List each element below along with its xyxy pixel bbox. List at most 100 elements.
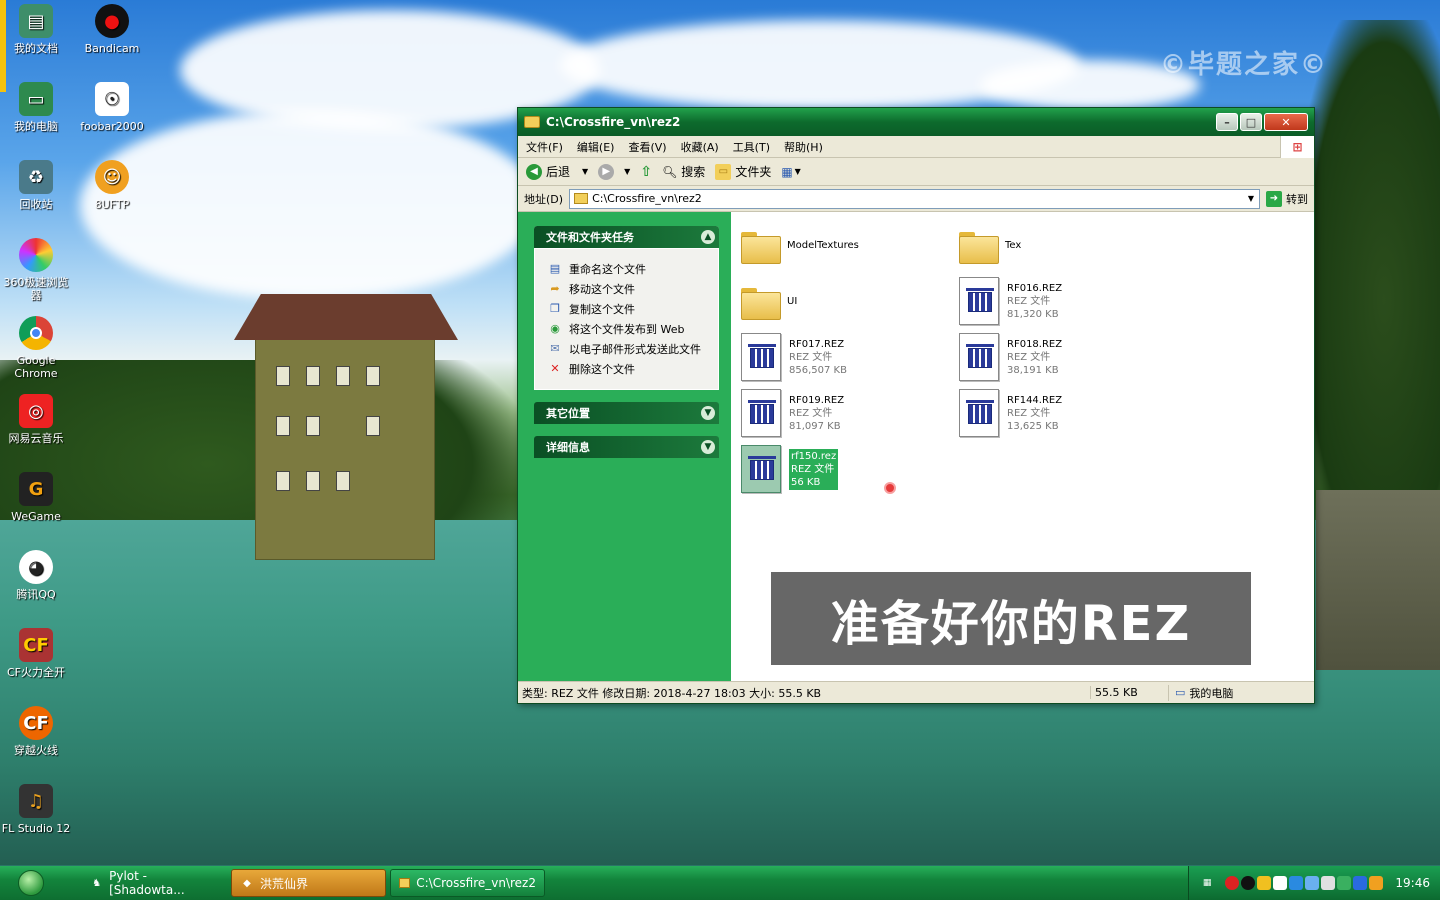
desktop-icon-recycle-bin[interactable]: ♻ 回收站 bbox=[0, 160, 72, 211]
search-button[interactable]: 🔍︎ 搜索 bbox=[662, 163, 705, 180]
status-info: 类型: REZ 文件 修改日期: 2018-4-27 18:03 大小: 55.… bbox=[522, 686, 822, 700]
network-icon[interactable] bbox=[1305, 876, 1320, 890]
folder-item[interactable]: UI bbox=[741, 276, 941, 326]
back-dropdown-icon[interactable]: ▼ bbox=[582, 167, 588, 176]
media-icon[interactable] bbox=[1289, 876, 1304, 890]
chrome-icon bbox=[19, 316, 53, 350]
record-icon[interactable] bbox=[1225, 876, 1240, 890]
expand-icon[interactable]: ▼ bbox=[701, 406, 715, 420]
volume-icon[interactable] bbox=[1321, 876, 1336, 890]
file-item[interactable]: RF019.REZ REZ 文件 81,097 KB bbox=[741, 388, 941, 438]
foobar-icon: ☉ bbox=[95, 82, 129, 116]
menu-tools[interactable]: 工具(T) bbox=[733, 139, 770, 155]
desktop-icon-8uftp[interactable]: ☺ 8UFTP bbox=[76, 160, 148, 211]
menu-edit[interactable]: 编辑(E) bbox=[577, 139, 615, 155]
taskbar-button-game[interactable]: ◆ 洪荒仙界 bbox=[231, 869, 386, 897]
menu-file[interactable]: 文件(F) bbox=[526, 139, 563, 155]
file-item[interactable]: RF017.REZ REZ 文件 856,507 KB bbox=[741, 332, 941, 382]
taskbar: ♞ Pylot - [Shadowta... ◆ 洪荒仙界 C:\Crossfi… bbox=[0, 866, 1440, 900]
desktop-icon-netease-music[interactable]: ◎ 网易云音乐 bbox=[0, 394, 72, 445]
status-bar: 类型: REZ 文件 修改日期: 2018-4-27 18:03 大小: 55.… bbox=[518, 681, 1314, 703]
delete-icon: ✕ bbox=[550, 361, 560, 375]
bluetooth-icon[interactable] bbox=[1353, 876, 1368, 890]
file-tasks-header[interactable]: 文件和文件夹任务 ▲ bbox=[534, 226, 719, 248]
caption-banner: 准备好你的REZ bbox=[771, 572, 1251, 665]
task-move[interactable]: ➦ 移动这个文件 bbox=[547, 281, 710, 297]
close-button[interactable]: ✕ bbox=[1264, 113, 1308, 131]
go-arrow-icon[interactable]: ➜ bbox=[1266, 190, 1282, 207]
clock[interactable]: 19:46 bbox=[1395, 876, 1430, 890]
bandicam-tray-icon[interactable] bbox=[1241, 876, 1256, 890]
other-places-panel: 其它位置 ▼ bbox=[534, 402, 719, 424]
menu-help[interactable]: 帮助(H) bbox=[784, 139, 823, 155]
folders-button[interactable]: ▭ 文件夹 bbox=[715, 163, 771, 180]
forward-button[interactable]: ▶ ▼ bbox=[598, 163, 630, 180]
address-input[interactable]: C:\Crossfire_vn\rez2 ▼ bbox=[569, 188, 1260, 209]
desktop-icon-my-computer[interactable]: ▭ 我的电脑 bbox=[0, 82, 72, 133]
start-orb-icon bbox=[18, 870, 44, 896]
cf-icon: CF bbox=[19, 628, 53, 662]
up-button[interactable]: ⇧ bbox=[640, 164, 652, 180]
task-email[interactable]: ✉ 以电子邮件形式发送此文件 bbox=[547, 341, 710, 357]
menu-view[interactable]: 查看(V) bbox=[628, 139, 666, 155]
taskbar-button-explorer[interactable]: C:\Crossfire_vn\rez2 bbox=[390, 869, 545, 897]
security-shield-icon[interactable] bbox=[1337, 876, 1352, 890]
task-rename[interactable]: ▤ 重命名这个文件 bbox=[547, 261, 710, 277]
desktop-icon-crossfire[interactable]: CF 穿越火线 bbox=[0, 706, 72, 757]
folder-item[interactable]: Tex bbox=[959, 220, 1159, 270]
file-item[interactable]: RF144.REZ REZ 文件 13,625 KB bbox=[959, 388, 1159, 438]
desktop-icon-qq[interactable]: ◕ 腾讯QQ bbox=[0, 550, 72, 601]
views-button[interactable]: ▦ ▼ bbox=[781, 165, 801, 179]
keyboard-icon[interactable]: ▦ bbox=[1203, 878, 1212, 888]
stone-wall bbox=[1316, 490, 1440, 670]
other-places-header[interactable]: 其它位置 ▼ bbox=[534, 402, 719, 424]
rez-file-icon bbox=[741, 445, 781, 493]
file-item[interactable]: RF018.REZ REZ 文件 38,191 KB bbox=[959, 332, 1159, 382]
task-publish-web[interactable]: ◉ 将这个文件发布到 Web bbox=[547, 321, 710, 337]
calendar-icon[interactable] bbox=[1369, 876, 1384, 890]
desktop-icon-foobar[interactable]: ☉ foobar2000 bbox=[76, 82, 148, 133]
desktop-icon-my-documents[interactable]: ▤ 我的文档 bbox=[0, 4, 72, 55]
minimize-button[interactable]: – bbox=[1216, 113, 1238, 131]
views-dropdown-icon: ▼ bbox=[794, 167, 801, 176]
mouse-cursor-indicator bbox=[884, 482, 896, 494]
forward-dropdown-icon[interactable]: ▼ bbox=[624, 167, 630, 176]
desktop-icon-fl-studio[interactable]: ♫ FL Studio 12 bbox=[0, 784, 72, 835]
file-item-selected[interactable]: rf150.rez REZ 文件 56 KB bbox=[741, 444, 941, 494]
address-dropdown-icon[interactable]: ▼ bbox=[1243, 190, 1259, 208]
start-button[interactable] bbox=[0, 866, 62, 900]
status-location: ▭ 我的电脑 bbox=[1168, 684, 1314, 701]
maximize-button[interactable]: □ bbox=[1240, 113, 1262, 131]
go-button[interactable]: 转到 bbox=[1286, 191, 1308, 207]
task-copy[interactable]: ❐ 复制这个文件 bbox=[547, 301, 710, 317]
folder-item[interactable]: ModelTextures bbox=[741, 220, 941, 270]
desktop-icon-wegame[interactable]: G WeGame bbox=[0, 472, 72, 523]
back-button[interactable]: ◀ 后退 ▼ bbox=[526, 163, 588, 180]
expand-icon[interactable]: ▼ bbox=[701, 440, 715, 454]
desktop-icon-360-browser[interactable]: 360极速浏览器 bbox=[0, 238, 72, 302]
windows-logo-icon: ⊞ bbox=[1280, 136, 1314, 158]
forward-arrow-icon: ▶ bbox=[598, 163, 615, 180]
crossfire-icon: CF bbox=[19, 706, 53, 740]
menu-favorites[interactable]: 收藏(A) bbox=[681, 139, 719, 155]
file-list[interactable]: ModelTextures Tex UI RF016.REZ REZ 文件 81,3… bbox=[731, 212, 1314, 681]
collapse-icon[interactable]: ▲ bbox=[701, 230, 715, 244]
email-icon: ✉ bbox=[550, 341, 560, 355]
desktop-icon-chrome[interactable]: Google Chrome bbox=[0, 316, 72, 380]
my-computer-icon: ▭ bbox=[1175, 686, 1186, 699]
address-value: C:\Crossfire_vn\rez2 bbox=[592, 192, 702, 205]
desktop-icon-cf[interactable]: CF CF火力全开 bbox=[0, 628, 72, 679]
cloud bbox=[80, 110, 540, 300]
task-delete[interactable]: ✕ 删除这个文件 bbox=[547, 361, 710, 377]
details-header[interactable]: 详细信息 ▼ bbox=[534, 436, 719, 458]
search-icon: 🔍︎ bbox=[662, 164, 678, 179]
desktop-icon-bandicam[interactable]: ● Bandicam bbox=[76, 4, 148, 55]
file-item[interactable]: RF016.REZ REZ 文件 81,320 KB bbox=[959, 276, 1159, 326]
address-label: 地址(D) bbox=[524, 192, 564, 206]
explorer-window[interactable]: C:\Crossfire_vn\rez2 – □ ✕ 文件(F) 编辑(E) 查… bbox=[517, 107, 1315, 704]
taskbar-button-pylot[interactable]: ♞ Pylot - [Shadowta... bbox=[82, 869, 227, 897]
qq-tray-icon[interactable] bbox=[1257, 876, 1272, 890]
title-bar[interactable]: C:\Crossfire_vn\rez2 – □ ✕ bbox=[518, 108, 1314, 136]
watermark: ©毕题之家© bbox=[1160, 50, 1329, 80]
input-method-icon[interactable] bbox=[1273, 876, 1288, 890]
